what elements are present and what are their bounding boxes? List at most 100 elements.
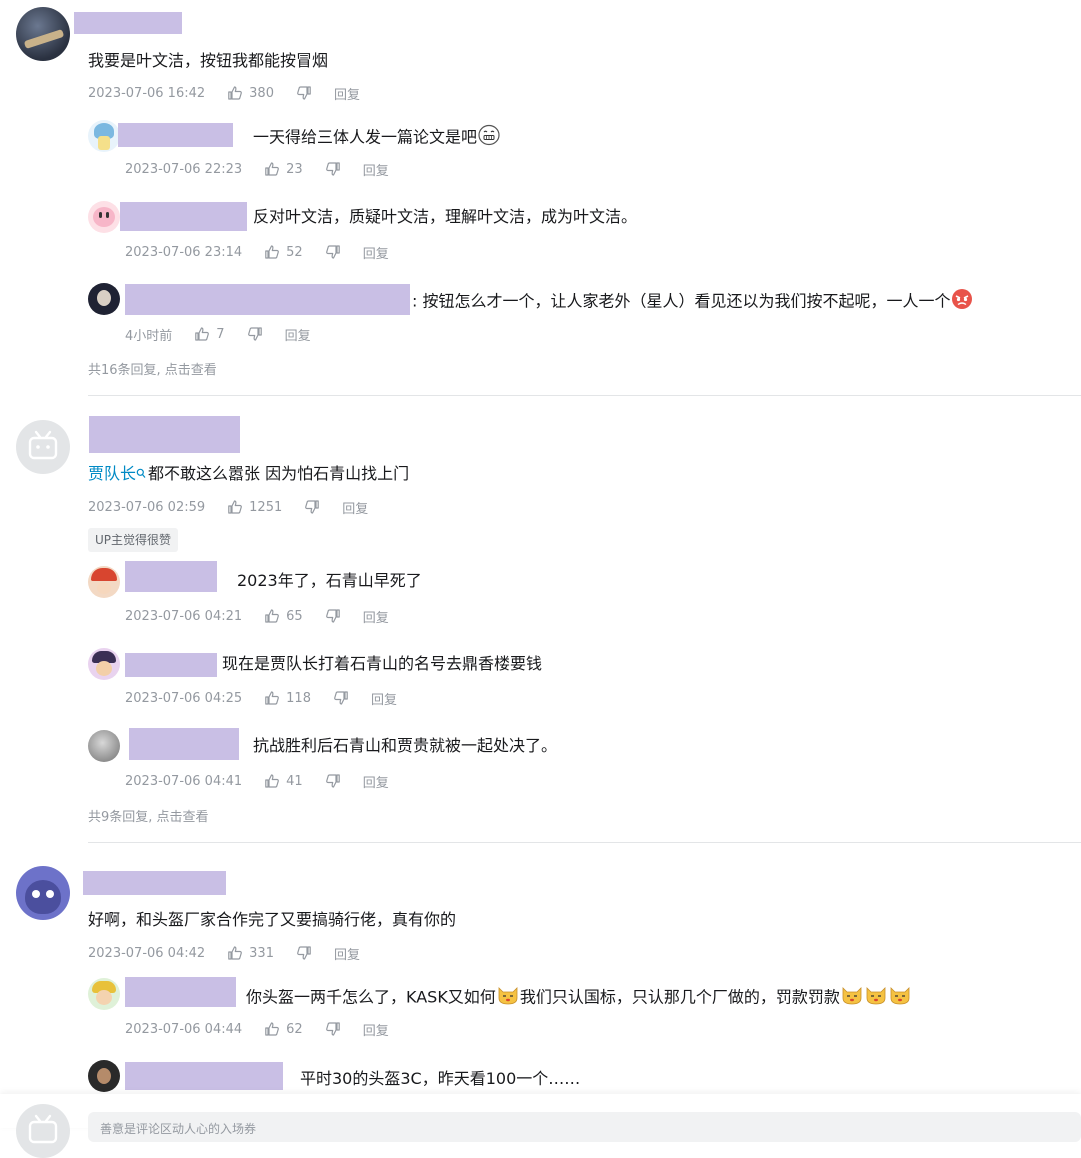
username-redacted[interactable] — [125, 977, 236, 1007]
avatar[interactable] — [88, 201, 120, 233]
divider — [88, 395, 1081, 396]
reply-text: 一天得给三体人发一篇论文是吧 — [253, 124, 501, 152]
cat-emoji-icon — [888, 984, 912, 1012]
like-count: 1251 — [249, 499, 283, 515]
reply-button[interactable]: 回复 — [363, 607, 389, 626]
divider — [88, 842, 1081, 843]
reply-meta: 2023-07-06 22:23 23 回复 — [125, 160, 389, 179]
comment-meta: 2023-07-06 04:42 331 回复 — [88, 944, 360, 963]
reply-meta: 2023-07-06 04:21 65 回复 — [125, 607, 389, 626]
dislike-icon[interactable] — [304, 499, 320, 515]
username-redacted[interactable] — [125, 561, 217, 592]
like-icon[interactable] — [227, 945, 243, 961]
reply-time: 2023-07-06 04:41 — [125, 773, 243, 789]
cat-emoji-icon — [864, 984, 888, 1012]
view-more-replies[interactable]: 共16条回复, 点击查看 — [88, 359, 217, 378]
like-count: 118 — [286, 690, 311, 706]
username-redacted[interactable] — [74, 12, 182, 34]
dislike-icon[interactable] — [333, 690, 349, 706]
like-icon[interactable] — [264, 690, 280, 706]
like-icon[interactable] — [227, 85, 243, 101]
comment-time: 2023-07-06 16:42 — [88, 85, 206, 101]
avatar[interactable] — [16, 866, 70, 920]
avatar[interactable] — [16, 420, 70, 474]
like-icon[interactable] — [264, 244, 280, 260]
like-count: 7 — [216, 326, 225, 342]
dislike-icon[interactable] — [325, 1021, 341, 1037]
comment-meta: 2023-07-06 16:42 380 回复 — [88, 84, 360, 103]
reply-text: 抗战胜利后石青山和贾贵就被一起处决了。 — [253, 736, 558, 755]
reply-button[interactable]: 回复 — [342, 498, 368, 517]
avatar[interactable] — [88, 120, 120, 152]
reply-time: 2023-07-06 04:25 — [125, 690, 243, 706]
comment-text: 我要是叶文洁，按钮我都能按冒烟 — [88, 51, 329, 70]
search-icon[interactable] — [136, 464, 146, 486]
reply-button[interactable]: 回复 — [334, 944, 360, 963]
username-redacted[interactable] — [118, 123, 233, 147]
like-count: 331 — [249, 945, 274, 961]
username-redacted[interactable] — [125, 284, 410, 315]
dislike-icon[interactable] — [325, 244, 341, 260]
comment-text: 好啊，和头盔厂家合作完了又要搞骑行佬，真有你的 — [88, 910, 457, 929]
comment-time: 2023-07-06 02:59 — [88, 499, 206, 515]
reply-button[interactable]: 回复 — [285, 325, 311, 344]
username-redacted[interactable] — [125, 653, 217, 677]
reply-button[interactable]: 回复 — [334, 84, 360, 103]
up-liked-badge: UP主觉得很赞 — [88, 528, 179, 552]
reply-time: 2023-07-06 04:44 — [125, 1021, 243, 1037]
like-icon[interactable] — [227, 499, 243, 515]
username-redacted[interactable] — [129, 728, 239, 760]
like-icon[interactable] — [194, 326, 210, 342]
comment-input-placeholder: 善意是评论区动人心的入场券 — [100, 1122, 257, 1136]
reply-button[interactable]: 回复 — [363, 243, 389, 262]
username-redacted[interactable] — [120, 202, 247, 231]
dislike-icon[interactable] — [247, 326, 263, 342]
like-count: 65 — [286, 608, 303, 624]
like-count: 41 — [286, 773, 303, 789]
view-more-replies[interactable]: 共9条回复, 点击查看 — [88, 806, 209, 825]
reply-time: 2023-07-06 23:14 — [125, 244, 243, 260]
reply-button[interactable]: 回复 — [363, 160, 389, 179]
reply-text: 现在是贾队长打着石青山的名号去鼎香楼要钱 — [222, 654, 543, 673]
search-link[interactable]: 贾队长 — [88, 464, 136, 483]
comment-text: 贾队长 都不敢这么嚣张 因为怕石青山找上门 — [88, 463, 409, 486]
avatar[interactable] — [88, 566, 120, 598]
avatar[interactable] — [88, 1060, 120, 1092]
like-count: 52 — [286, 244, 303, 260]
username-redacted[interactable] — [125, 1062, 283, 1090]
dislike-icon[interactable] — [296, 85, 312, 101]
reply-text: 2023年了，石青山早死了 — [237, 571, 422, 590]
dislike-icon[interactable] — [296, 945, 312, 961]
reply-meta: 2023-07-06 23:14 52 回复 — [125, 243, 389, 262]
like-count: 62 — [286, 1021, 303, 1037]
dislike-icon[interactable] — [325, 161, 341, 177]
dislike-icon[interactable] — [325, 608, 341, 624]
reply-button[interactable]: 回复 — [363, 1020, 389, 1039]
reply-button[interactable]: 回复 — [363, 772, 389, 791]
like-count: 23 — [286, 161, 303, 177]
like-icon[interactable] — [264, 1021, 280, 1037]
like-icon[interactable] — [264, 773, 280, 789]
avatar[interactable] — [16, 7, 70, 61]
reply-meta: 2023-07-06 04:41 41 回复 — [125, 772, 389, 791]
dislike-icon[interactable] — [325, 773, 341, 789]
reply-meta: 4小时前 7 回复 — [125, 325, 311, 344]
reply-text: 平时30的头盔3C，昨天看100一个…… — [300, 1069, 581, 1088]
comment-time: 2023-07-06 04:42 — [88, 945, 206, 961]
like-icon[interactable] — [264, 161, 280, 177]
username-redacted[interactable] — [83, 871, 226, 895]
reply-text: : 按钮怎么才一个，让人家老外（星人）看见还以为我们按不起呢，一人一个 — [412, 288, 974, 316]
avatar[interactable] — [88, 648, 120, 680]
avatar[interactable] — [88, 283, 120, 315]
avatar[interactable] — [88, 978, 120, 1010]
reply-time: 4小时前 — [125, 328, 173, 344]
like-icon[interactable] — [264, 608, 280, 624]
reply-button[interactable]: 回复 — [371, 689, 397, 708]
like-count: 380 — [249, 85, 274, 101]
avatar[interactable] — [88, 730, 120, 762]
avatar[interactable] — [16, 1104, 70, 1158]
comment-meta: 2023-07-06 02:59 1251 回复 — [88, 498, 368, 517]
username-redacted[interactable] — [89, 416, 240, 453]
cat-emoji-icon — [496, 984, 520, 1012]
reply-text: 反对叶文洁，质疑叶文洁，理解叶文洁，成为叶文洁。 — [253, 207, 638, 226]
